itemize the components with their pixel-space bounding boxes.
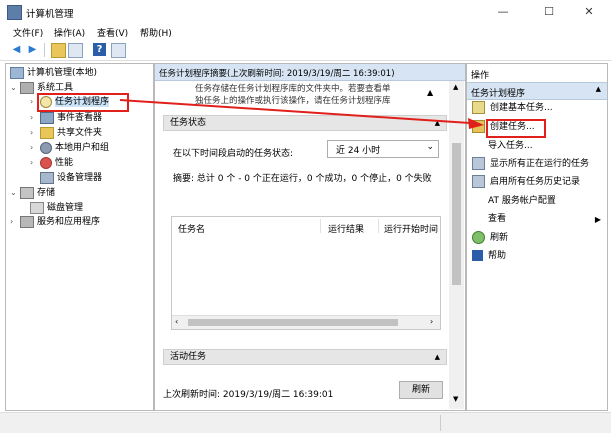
- annotation-arrow: [119, 99, 484, 129]
- annotation-arrow-head: [468, 118, 484, 129]
- annotation-arrow-line: [119, 99, 471, 124]
- status-bar-divider: [440, 415, 441, 431]
- status-bar: [0, 412, 611, 433]
